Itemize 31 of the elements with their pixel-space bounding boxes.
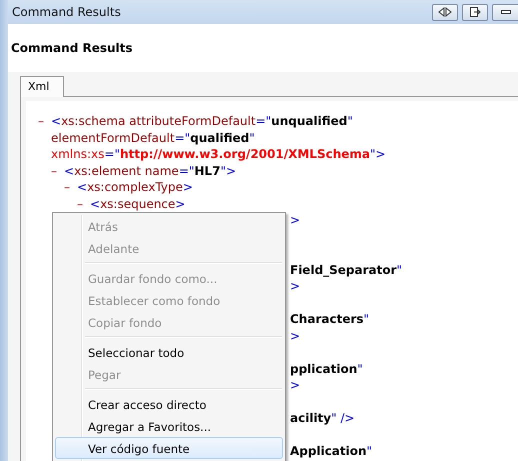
xml-line: Application" bbox=[290, 443, 372, 460]
menu-item[interactable]: Seleccionar todo bbox=[55, 341, 283, 363]
minimize-icon bbox=[501, 10, 511, 14]
xml-line: > bbox=[290, 278, 300, 294]
collapse-toggle[interactable]: – bbox=[51, 162, 64, 179]
xml-line: <xs:element name="HL7"> bbox=[64, 162, 236, 179]
xml-line: elementFormDefault="qualified" bbox=[51, 130, 255, 146]
collapse-toggle[interactable]: – bbox=[77, 196, 90, 212]
xml-line: <xs:complexType> bbox=[77, 179, 193, 196]
xml-line: > bbox=[290, 212, 300, 228]
xml-line: <xs:schema attributeFormDefault="unqualified" bbox=[51, 113, 353, 130]
export-button[interactable] bbox=[462, 4, 488, 20]
collapse-toggle[interactable]: – bbox=[38, 113, 51, 130]
xml-line: Field_Separator" bbox=[290, 262, 402, 278]
xml-line: xmlns:xs="http://www.w3.org/2001/XMLSchema"> bbox=[51, 146, 386, 162]
xml-line: > bbox=[290, 377, 300, 394]
menu-item[interactable]: Ver código fuente bbox=[55, 437, 283, 459]
navigate-button[interactable] bbox=[432, 4, 458, 20]
xml-line: > bbox=[290, 328, 300, 344]
menu-item[interactable]: Agregar a Favoritos... bbox=[55, 415, 283, 437]
minimize-button[interactable] bbox=[492, 4, 518, 20]
left-right-arrows-icon bbox=[438, 7, 452, 17]
xml-line: acility" /> bbox=[290, 410, 355, 426]
window-title: Command Results bbox=[12, 5, 121, 19]
xml-line: Characters" bbox=[290, 311, 370, 328]
tab[interactable]: Xml bbox=[20, 76, 64, 97]
menu-item[interactable]: Crear acceso directo bbox=[55, 393, 283, 415]
section-heading: Command Results bbox=[11, 41, 133, 55]
xml-line: <xs:sequence> bbox=[90, 196, 186, 212]
collapse-toggle[interactable]: – bbox=[64, 179, 77, 196]
xml-line: pplication" bbox=[290, 360, 363, 377]
